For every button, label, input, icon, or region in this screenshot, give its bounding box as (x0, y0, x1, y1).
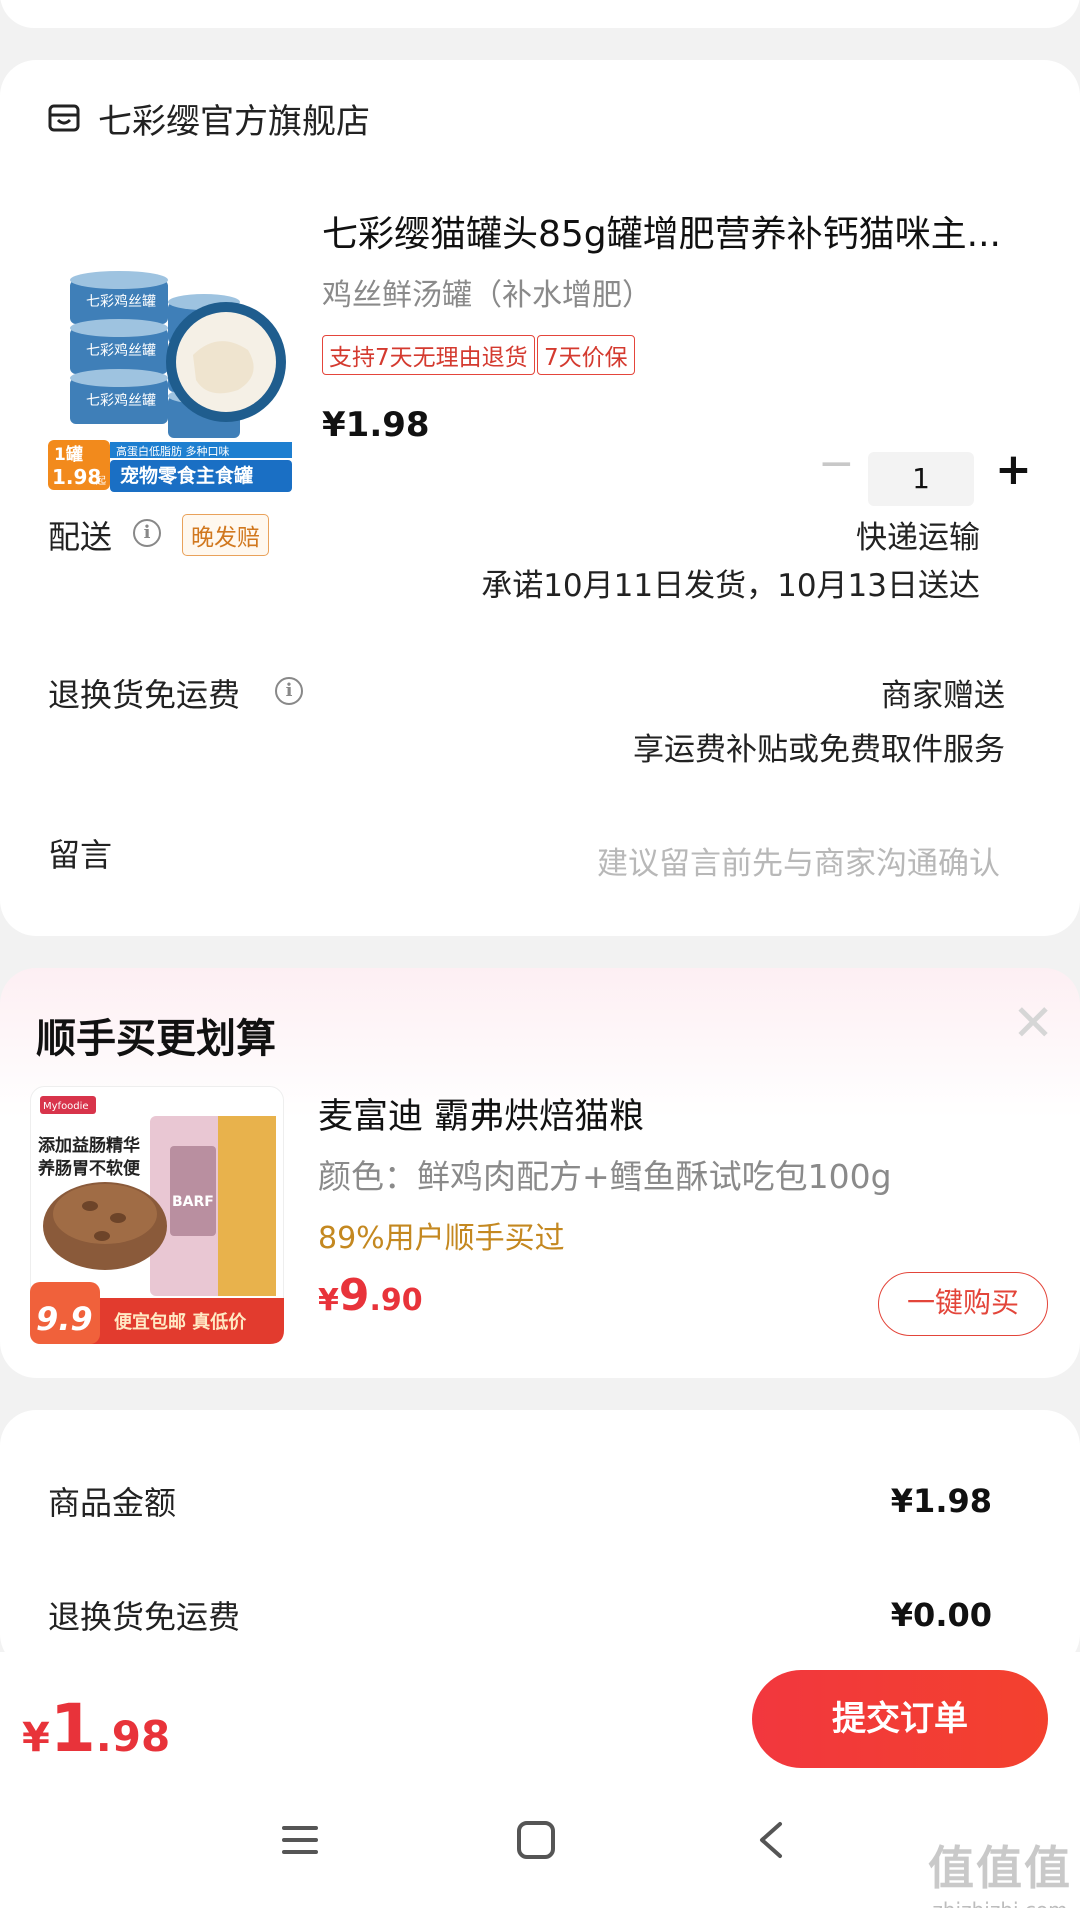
product-spec[interactable]: 鸡丝鲜汤罐（补水增肥） (322, 270, 652, 314)
delivery-method[interactable]: 快递运输 (856, 512, 980, 557)
delivery-label: 配送 (48, 518, 113, 556)
summary-return-shipping-value: ¥0.00 (890, 1596, 992, 1634)
return-shipping-detail: 享运费补贴或免费取件服务 (633, 732, 1005, 768)
total-currency: ¥ (22, 1715, 50, 1761)
bundle-price-integer: 9 (338, 1270, 370, 1321)
summary-goods-label: 商品金额 (48, 1484, 177, 1522)
svg-text:七彩鸡丝罐: 七彩鸡丝罐 (86, 342, 156, 359)
return-shipping-value: 商家赠送 (881, 678, 1005, 714)
order-total: ¥1.98 (22, 1690, 170, 1767)
checkout-bar: ¥1.98 提交订单 值值值 zhizhizhi.com (0, 1652, 1080, 1908)
watermark-url: zhizhizhi.com (928, 1898, 1072, 1908)
badge-top-text: 1罐 (54, 444, 83, 465)
watermark: 值值值 zhizhizhi.com (928, 1832, 1072, 1908)
previous-card (0, 0, 1080, 28)
back-icon[interactable] (752, 1820, 792, 1860)
price-protection-tag: 7天价保 (537, 335, 635, 375)
slogan-small-text: 高蛋白低脂肪 多种口味 (116, 444, 230, 458)
return-shipping-label: 退换货免运费 (48, 676, 241, 714)
late-compensation-badge: 晚发赔 (182, 514, 269, 556)
order-store-card: 七彩缨官方旗舰店 七彩鸡丝罐 七彩鸡丝罐 七彩鸡丝罐 1罐 1.98 起 高蛋白… (0, 60, 1080, 936)
close-icon[interactable]: ✕ (1012, 998, 1054, 1048)
total-integer: 1 (49, 1690, 96, 1767)
one-click-buy-button[interactable]: 一键购买 (878, 1272, 1048, 1336)
pack-label-text: BARF (172, 1194, 214, 1210)
bundle-title: 顺手买更划算 (36, 1016, 276, 1062)
bundle-product-name[interactable]: 麦富迪 霸弗烘焙猫粮 (318, 1088, 644, 1139)
can-label-text: 七彩鸡丝罐 (86, 293, 156, 310)
bundle-product-thumbnail[interactable]: BARF Myfoodie 添加益肠精华 养肠胃不软便 9.9 便宜包邮 真低价 (30, 1086, 284, 1344)
quantity-plus-button[interactable]: + (995, 444, 1032, 495)
message-input[interactable]: 建议留言前先与商家沟通确认 (597, 838, 1000, 883)
image-price-text: 9.9 (36, 1300, 93, 1338)
badge-price-text: 1.98 (52, 465, 101, 489)
delivery-promise: 承诺10月11日发货，10月13日送达 (481, 568, 980, 604)
summary-return-shipping-label: 退换货免运费 (48, 1598, 241, 1636)
bundle-price-decimal: .90 (369, 1283, 423, 1318)
product-thumbnail[interactable]: 七彩鸡丝罐 七彩鸡丝罐 七彩鸡丝罐 1罐 1.98 起 高蛋白低脂肪 多种口味 … (48, 210, 292, 500)
submit-order-button[interactable]: 提交订单 (752, 1670, 1048, 1768)
bundle-price-currency: ¥ (318, 1283, 339, 1318)
home-icon[interactable] (516, 1820, 556, 1860)
bundle-price: ¥9.90 (318, 1270, 423, 1321)
return-policy-tag: 支持7天无理由退货 (322, 335, 535, 375)
price-summary-card: 商品金额 ¥1.98 退换货免运费 ¥0.00 (0, 1410, 1080, 1670)
image-line2-text: 养肠胃不软便 (37, 1158, 141, 1179)
store-name[interactable]: 七彩缨官方旗舰店 (98, 94, 370, 143)
watermark-logo-text: 值值值 (928, 1841, 1072, 1895)
summary-goods-value: ¥1.98 (890, 1482, 992, 1520)
svg-text:七彩鸡丝罐: 七彩鸡丝罐 (86, 392, 156, 409)
brand-text: Myfoodie (43, 1101, 89, 1112)
image-bottom-text: 便宜包邮 真低价 (114, 1311, 247, 1333)
image-line1-text: 添加益肠精华 (38, 1135, 140, 1156)
store-icon (48, 104, 80, 132)
info-icon[interactable]: i (133, 519, 161, 547)
quantity-minus-button[interactable]: − (818, 438, 855, 489)
slogan-big-text: 宠物零食主食罐 (120, 464, 253, 487)
product-title[interactable]: 七彩缨猫罐头85g罐增肥营养补钙猫咪主... (322, 205, 1022, 257)
menu-icon[interactable] (280, 1820, 320, 1860)
total-decimal: .98 (95, 1712, 171, 1761)
product-price: ¥1.98 (322, 405, 430, 445)
quantity-input[interactable]: 1 (868, 452, 974, 506)
message-label: 留言 (48, 836, 113, 874)
bundle-purchase-note: 89%用户顺手买过 (318, 1221, 565, 1256)
badge-suffix-text: 起 (96, 475, 106, 487)
bundle-product-spec[interactable]: 颜色：鲜鸡肉配方+鳕鱼酥试吃包100g (318, 1150, 892, 1198)
info-icon[interactable]: i (275, 677, 303, 705)
bundle-recommendation-card: 顺手买更划算 ✕ BARF Myfoodie 添加益肠精华 养肠胃不软便 9.9… (0, 968, 1080, 1378)
